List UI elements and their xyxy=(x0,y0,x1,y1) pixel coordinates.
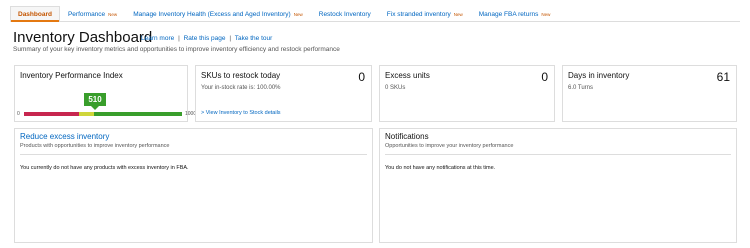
reduce-excess-title-link[interactable]: Reduce excess inventory xyxy=(20,132,109,141)
tab-label: Restock Inventory xyxy=(318,10,371,18)
reduce-excess-panel: Reduce excess inventory Products with op… xyxy=(14,128,373,243)
ipi-gauge-bar xyxy=(24,112,182,116)
tab-label: Dashboard xyxy=(18,11,52,18)
days-in-inventory-value: 61 xyxy=(716,70,730,84)
restock-card-title: SKUs to restock today xyxy=(201,71,281,80)
tab-bar: Dashboard Performance New Manage Invento… xyxy=(10,6,740,22)
tab-label: Performance xyxy=(67,10,106,18)
new-badge: New xyxy=(108,11,118,17)
days-in-inventory-card: Days in inventory 61 6.0 Turns xyxy=(562,65,737,122)
tab-fix-stranded-inventory[interactable]: Fix stranded inventory New xyxy=(379,6,471,21)
link-separator: | xyxy=(178,35,180,42)
reduce-excess-empty-message: You currently do not have any products w… xyxy=(20,165,189,171)
take-tour-link[interactable]: Take the tour xyxy=(235,35,273,42)
ipi-gauge-green-zone xyxy=(94,112,182,116)
excess-units-title: Excess units xyxy=(385,71,430,80)
tab-label: Manage Inventory Health (Excess and Aged… xyxy=(133,10,291,18)
ipi-gauge-red-zone xyxy=(24,112,79,116)
restock-card-value: 0 xyxy=(358,70,365,84)
tab-label: Fix stranded inventory xyxy=(386,10,451,18)
excess-skus-count: 0 SKUs xyxy=(385,85,406,91)
ipi-scale-min: 0 xyxy=(17,111,20,117)
rate-page-link[interactable]: Rate this page xyxy=(184,35,226,42)
ipi-card: Inventory Performance Index 510 0 1000 xyxy=(14,65,196,122)
page-subtitle: Summary of your key inventory metrics an… xyxy=(13,46,340,53)
new-badge: New xyxy=(293,11,303,17)
ipi-score-badge: 510 xyxy=(84,93,106,110)
excess-units-card: Excess units 0 0 SKUs xyxy=(379,65,555,122)
link-separator: | xyxy=(229,35,232,42)
tab-restock-inventory[interactable]: Restock Inventory xyxy=(311,6,379,21)
in-stock-rate: Your in-stock rate is: 100.00% xyxy=(201,85,281,91)
notifications-subtitle: Opportunities to improve your inventory … xyxy=(385,143,514,149)
restock-card: SKUs to restock today 0 Your in-stock ra… xyxy=(195,65,372,122)
new-badge: New xyxy=(453,11,463,17)
new-badge: New xyxy=(541,11,551,17)
tab-performance[interactable]: Performance New xyxy=(60,6,125,21)
tab-label: Manage FBA returns xyxy=(478,10,539,18)
tab-manage-fba-returns[interactable]: Manage FBA returns New xyxy=(471,6,559,21)
days-in-inventory-title: Days in inventory xyxy=(568,71,630,80)
excess-units-value: 0 xyxy=(541,70,548,84)
notifications-title: Notifications xyxy=(385,132,429,141)
tab-dashboard[interactable]: Dashboard xyxy=(10,6,60,22)
panel-divider xyxy=(20,154,367,155)
view-restock-details-link[interactable]: > View Inventory to Stock details xyxy=(201,110,281,116)
inventory-turns: 6.0 Turns xyxy=(568,85,594,91)
page-title: Inventory Dashboard xyxy=(13,29,153,46)
reduce-excess-subtitle: Products with opportunities to improve i… xyxy=(20,143,170,149)
ipi-card-title: Inventory Performance Index xyxy=(20,71,123,80)
notifications-empty-message: You do not have any notifications at thi… xyxy=(385,165,496,171)
notifications-panel: Notifications Opportunities to improve y… xyxy=(379,128,737,243)
panel-divider xyxy=(385,154,731,155)
header-links: Learn more | Rate this page | Take the t… xyxy=(141,35,272,42)
tab-manage-inventory-health[interactable]: Manage Inventory Health (Excess and Aged… xyxy=(125,6,311,21)
ipi-gauge-yellow-zone xyxy=(79,112,94,116)
learn-more-link[interactable]: Learn more xyxy=(141,35,174,42)
